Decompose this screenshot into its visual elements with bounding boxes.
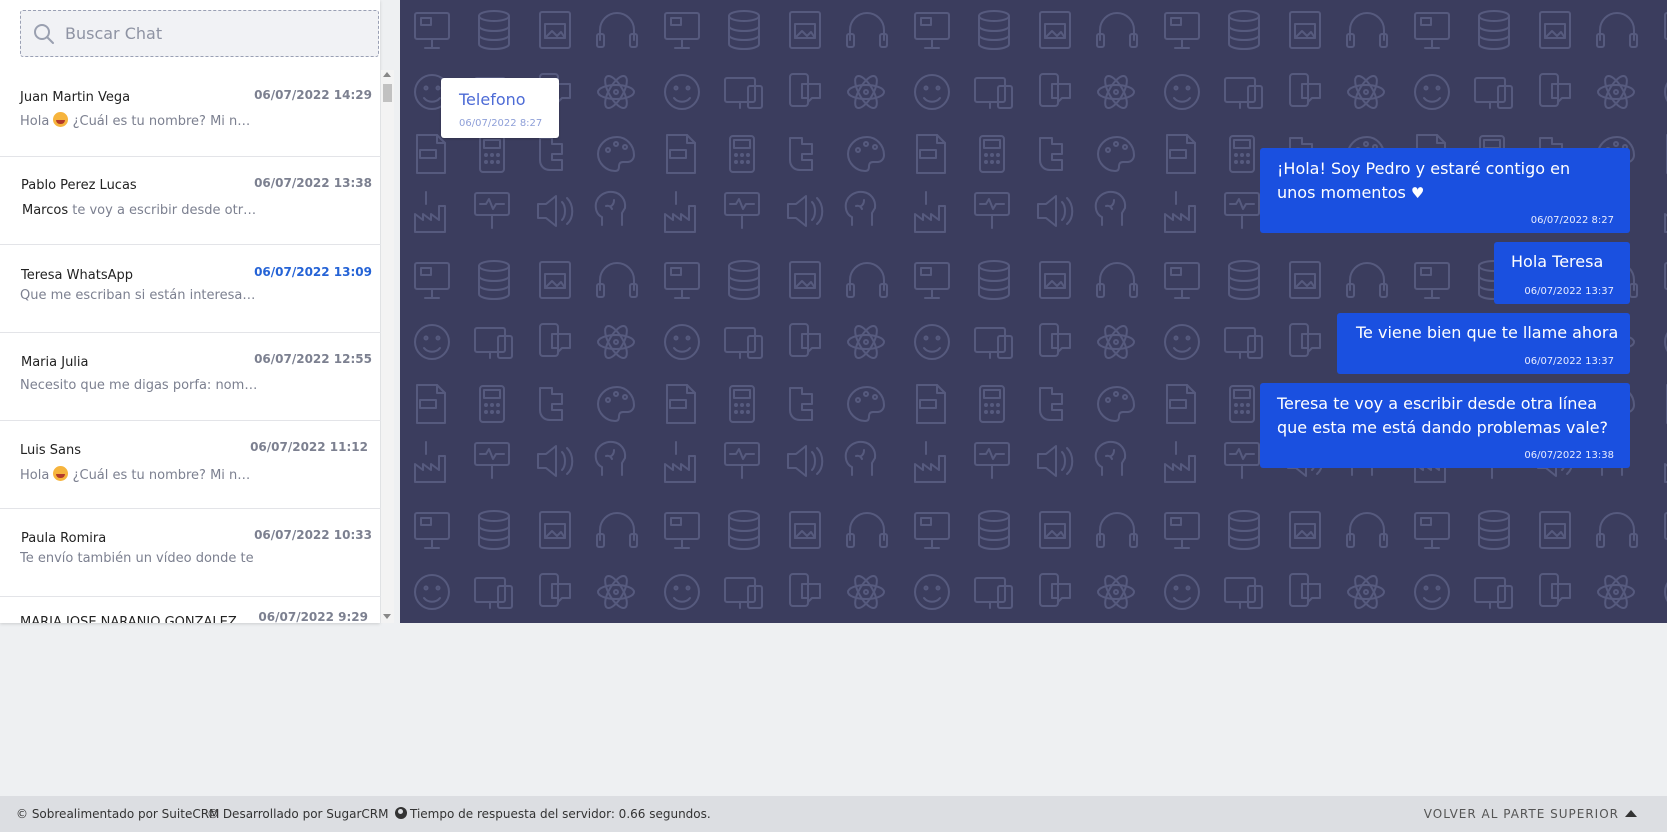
scroll-down-arrow-icon[interactable] (383, 614, 391, 619)
last-message-preview: Hola ¿Cuál es tu nombre? Mi nombre es (20, 112, 258, 129)
contact-name: Juan Martin Vega (20, 90, 131, 105)
chat-item-luis-sans[interactable]: Luis Sans 06/07/2022 11:12 Hola ¿Cuál es… (0, 422, 382, 509)
message-time: 06/07/2022 8:27 (1530, 215, 1614, 226)
outgoing-message-bubble: Te viene bien que te llame ahora 06/07/2… (1337, 313, 1630, 374)
powered-by-suitecrm[interactable]: © Sobrealimentado por SuiteCRM (16, 807, 219, 821)
last-message-preview: Marcos te voy a escribir desde otra líne… (22, 203, 260, 218)
search-icon (34, 23, 54, 44)
contact-name: MARIA JOSE NARANJO GONZALEZ (20, 615, 237, 623)
chat-list-scrollbar[interactable] (381, 70, 394, 623)
chat-date: 06/07/2022 14:29 (254, 88, 372, 102)
message-text: Te viene bien que te llame ahora (1356, 323, 1619, 342)
smiling-face-emoji-icon (53, 112, 69, 127)
chat-date: 06/07/2022 9:29 (258, 610, 368, 623)
last-message-preview: Te envío también un vídeo donde te (20, 551, 254, 566)
last-message-preview: Necesito que me digas porfa: nombre (20, 378, 258, 393)
outgoing-message-bubble: ¡Hola! Soy Pedro y estaré contigo en uno… (1260, 148, 1630, 233)
message-text-line1: Teresa te voy a escribir desde otra líne… (1277, 394, 1597, 413)
back-to-top-link[interactable]: VOLVER AL PARTE SUPERIOR (1424, 807, 1637, 821)
chat-item-pablo-perez-lucas[interactable]: Pablo Perez Lucas 06/07/2022 13:38 Marco… (0, 158, 382, 245)
contact-name: Maria Julia (21, 355, 89, 370)
chat-date: 06/07/2022 13:38 (254, 176, 372, 190)
arrow-up-icon (1625, 810, 1637, 817)
chat-date: 06/07/2022 10:33 (254, 528, 372, 542)
server-response-time: Tiempo de respuesta del servidor: 0.66 s… (395, 807, 711, 821)
message-time: 06/07/2022 8:27 (459, 118, 543, 129)
globe-icon (395, 807, 407, 819)
chat-item-paula-romira[interactable]: Paula Romira 06/07/2022 10:33 Te envío t… (0, 510, 382, 597)
conversation-area: Telefono 06/07/2022 8:27 ¡Hola! Soy Pedr… (400, 0, 1667, 623)
chat-item-juan-martin-vega[interactable]: Juan Martin Vega 06/07/2022 14:29 Hola ¿… (0, 70, 382, 157)
chat-list: Juan Martin Vega 06/07/2022 14:29 Hola ¿… (0, 70, 382, 623)
outgoing-message-bubble: Hola Teresa 06/07/2022 13:37 (1494, 242, 1630, 304)
developed-by-sugarcrm[interactable]: © Desarrollado por SugarCRM (207, 807, 388, 821)
message-text-line1: ¡Hola! Soy Pedro y estaré contigo en (1277, 159, 1571, 178)
contact-name: Pablo Perez Lucas (21, 178, 137, 193)
smiling-face-emoji-icon (53, 466, 69, 481)
message-text: Telefono (459, 90, 526, 109)
incoming-message-bubble: Telefono 06/07/2022 8:27 (441, 78, 559, 138)
chat-item-maria-jose-naranjo[interactable]: MARIA JOSE NARANJO GONZALEZ 06/07/2022 9… (0, 598, 382, 623)
last-message-preview: Hola ¿Cuál es tu nombre? Mi nombre es (20, 466, 258, 483)
scroll-thumb[interactable] (383, 84, 392, 102)
search-box[interactable] (20, 10, 379, 57)
background-pattern (400, 0, 1667, 623)
message-text: Hola Teresa (1511, 252, 1604, 271)
chat-date: 06/07/2022 13:09 (254, 265, 372, 279)
scroll-up-arrow-icon[interactable] (383, 72, 391, 77)
contact-name: Teresa WhatsApp (21, 268, 133, 283)
message-time: 06/07/2022 13:37 (1524, 286, 1614, 297)
chat-item-maria-julia[interactable]: Maria Julia 06/07/2022 12:55 Necesito qu… (0, 334, 382, 421)
outgoing-message-bubble: Teresa te voy a escribir desde otra líne… (1260, 383, 1630, 468)
contact-name: Luis Sans (20, 443, 82, 458)
chat-date: 06/07/2022 11:12 (250, 440, 368, 454)
contact-name: Paula Romira (21, 531, 107, 546)
last-message-preview: Que me escriban si están interesados (20, 288, 258, 303)
message-text-line2: unos momentos ♥ (1277, 181, 1424, 205)
chat-item-teresa-whatsapp[interactable]: Teresa WhatsApp 06/07/2022 13:09 Que me … (0, 246, 382, 333)
page-footer: © Sobrealimentado por SuiteCRM © Desarro… (0, 796, 1667, 832)
message-time: 06/07/2022 13:38 (1524, 450, 1614, 461)
chat-list-panel: Juan Martin Vega 06/07/2022 14:29 Hola ¿… (0, 0, 394, 623)
chat-date: 06/07/2022 12:55 (254, 352, 372, 366)
message-time: 06/07/2022 13:37 (1524, 356, 1614, 367)
message-text-line2: que esta me está dando problemas vale? (1277, 418, 1609, 437)
search-input[interactable] (65, 24, 345, 43)
white-heart-icon: ♥ (1410, 184, 1425, 202)
